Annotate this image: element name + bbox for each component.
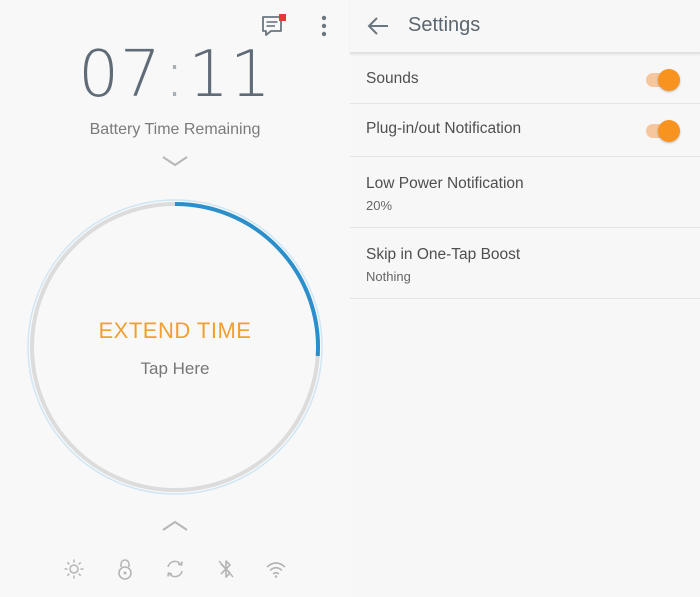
wifi-icon[interactable] xyxy=(262,555,290,583)
battery-time-label: Battery Time Remaining xyxy=(89,121,261,138)
brightness-icon[interactable] xyxy=(60,555,88,583)
setting-skip-one-tap-boost[interactable]: Skip in One-Tap Boost Nothing xyxy=(350,228,700,299)
sounds-toggle[interactable] xyxy=(644,69,680,91)
settings-app-bar: Settings xyxy=(350,0,700,54)
bluetooth-icon[interactable] xyxy=(212,555,240,583)
battery-dial[interactable] xyxy=(25,197,325,497)
battery-panel: 07:11 Battery Time Remaining EXTEND TIME… xyxy=(0,0,350,597)
setting-low-power-notification[interactable]: Low Power Notification 20% xyxy=(350,157,700,228)
settings-list: Sounds Plug-in/out Notification Low Powe… xyxy=(350,54,700,299)
back-arrow-icon[interactable] xyxy=(362,10,394,42)
setting-sounds[interactable]: Sounds xyxy=(350,54,700,104)
setting-label: Low Power Notification xyxy=(366,175,524,192)
time-separator: : xyxy=(163,38,187,112)
settings-panel: Settings Sounds Plug-in/out Notification… xyxy=(350,0,700,597)
rotation-lock-icon[interactable] xyxy=(111,555,139,583)
battery-time: 07:11 xyxy=(0,38,350,112)
setting-label: Sounds xyxy=(366,70,419,87)
setting-value: 20% xyxy=(366,198,393,213)
settings-title: Settings xyxy=(408,14,481,36)
extend-time-button[interactable]: EXTEND TIME xyxy=(0,318,350,344)
switch-thumb xyxy=(658,120,680,142)
tap-here-hint[interactable]: Tap Here xyxy=(0,359,350,379)
time-hours: 07 xyxy=(78,38,162,112)
setting-plug-notification[interactable]: Plug-in/out Notification xyxy=(350,104,700,157)
setting-value: Nothing xyxy=(366,269,411,284)
sync-icon[interactable] xyxy=(161,555,189,583)
chevron-up-icon[interactable] xyxy=(161,519,189,533)
quick-toggles xyxy=(60,555,290,583)
setting-label: Skip in One-Tap Boost xyxy=(366,246,521,263)
setting-label: Plug-in/out Notification xyxy=(366,120,522,137)
chevron-down-icon[interactable] xyxy=(161,154,189,168)
switch-thumb xyxy=(658,69,680,91)
time-minutes: 11 xyxy=(188,38,272,112)
plug-notification-toggle[interactable] xyxy=(644,120,680,142)
